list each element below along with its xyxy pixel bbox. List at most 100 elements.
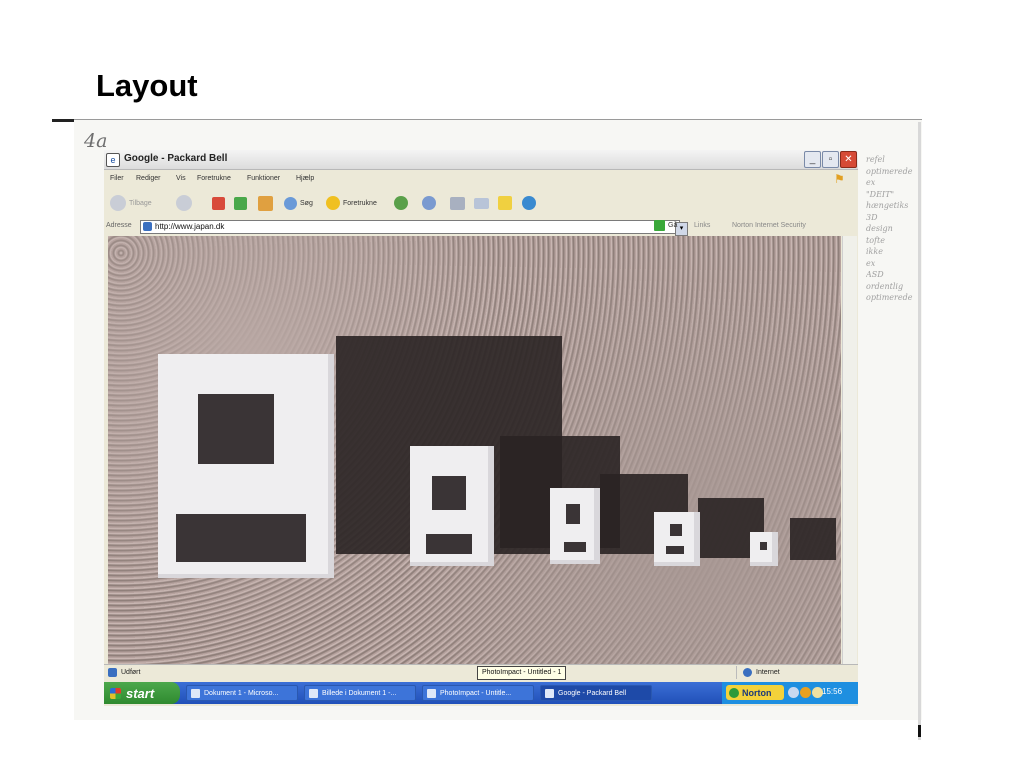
photoimpact-icon [427,688,436,698]
ie-icon: e [106,153,120,167]
margin-note: ex [866,258,876,268]
search-button[interactable]: Søg [284,193,313,213]
close-button[interactable]: ✕ [840,151,857,168]
stop-icon [212,196,225,210]
tray-shield-icon[interactable] [800,687,811,698]
address-label: Adresse [106,222,132,229]
margin-note: optimerede [866,293,913,302]
status-done: Udført [108,668,140,677]
small-cube [550,488,600,564]
forward-arrow-icon [176,195,192,211]
cube-opening [198,394,274,464]
margin-note: tofte [866,235,885,245]
globe-icon [743,668,752,677]
refresh-button[interactable] [234,193,250,213]
address-input[interactable]: http://www.japan.dk ▾ [140,220,688,236]
scan-edge-mark [918,725,921,737]
refresh-icon [234,196,247,210]
word-icon [191,688,200,698]
edit-button[interactable] [474,193,492,213]
go-button[interactable]: Gå [654,220,677,231]
margin-note: refel [866,155,885,164]
menu-hjaelp[interactable]: Hjælp [296,175,314,182]
stop-button[interactable] [212,193,228,213]
norton-button[interactable]: Norton [726,685,784,700]
cube-opening [760,542,767,550]
menu-vis[interactable]: Vis [176,175,186,182]
mail-icon [422,196,436,210]
go-arrow-icon [654,220,665,231]
maximize-button[interactable]: ▫ [822,151,839,168]
margin-note: optimerede [866,166,913,176]
cube-opening [426,534,472,554]
note-button[interactable] [498,193,515,213]
window-titlebar[interactable]: e Google - Packard Bell _ ▫ ✕ [104,150,858,170]
medium-cube [410,446,494,566]
margin-notes: refel optimerede ex "DEIT" hængetiks 3D … [866,154,922,304]
edit-icon [474,197,489,209]
margin-note: hængetiks [866,201,909,210]
title-rule-accent [52,119,74,122]
vertical-scrollbar[interactable] [842,236,857,664]
messenger-icon [522,196,536,210]
print-button[interactable] [450,193,468,213]
cube-opening [566,504,580,524]
ie-icon [545,688,554,698]
messenger-button[interactable] [522,193,539,213]
page-icon [143,222,152,231]
home-icon [258,195,273,211]
taskbar-item-photoimpact[interactable]: PhotoImpact - Untitle... [422,685,534,701]
browser-window: e Google - Packard Bell _ ▫ ✕ Filer Redi… [104,150,858,706]
address-bar: Adresse http://www.japan.dk ▾ Gå Links N… [104,219,858,236]
cube-opening [176,514,306,562]
taskbar-item-word[interactable]: Dokument 1 - Microso... [186,685,298,701]
menu-bar: Filer Rediger Vis Foretrukne Funktioner … [104,170,858,187]
menu-foretrukne[interactable]: Foretrukne [197,175,231,182]
search-icon [284,196,297,210]
system-tray: Norton 15:56 [722,682,858,704]
taskbar: start Dokument 1 - Microso... Billede i … [104,682,858,704]
cube-opening [666,546,684,554]
security-zone: Internet [736,666,858,679]
taskbar-item-image[interactable]: Billede i Dokument 1 -... [304,685,416,701]
taskbar-item-browser[interactable]: Google - Packard Bell [540,685,652,701]
address-url: http://www.japan.dk [155,222,225,231]
norton-toolbar-button[interactable]: Norton Internet Security [732,222,806,229]
cube-opening [670,524,682,536]
printer-icon [450,196,465,210]
home-button[interactable] [258,193,276,213]
history-icon [394,196,408,210]
mail-button[interactable] [422,193,439,213]
toolbar: Tilbage Søg Foretrukne [104,188,858,218]
handwritten-mark: 4a [84,130,108,152]
links-button[interactable]: Links [694,222,710,229]
star-icon [326,196,340,210]
margin-note: ASD [866,270,884,279]
page-content-photo [108,236,841,664]
forward-button[interactable] [176,193,195,213]
margin-note: ikke [866,247,883,256]
back-button[interactable]: Tilbage [110,193,152,213]
menu-rediger[interactable]: Rediger [136,175,161,182]
cube-shadow [790,518,836,560]
windows-flag-icon: ⚑ [834,172,845,186]
back-arrow-icon [110,195,126,211]
word-icon [309,688,318,698]
smallest-cube [750,532,778,566]
page-done-icon [108,668,117,677]
margin-note: ordentlig [866,281,904,291]
minimize-button[interactable]: _ [804,151,821,168]
clock: 15:56 [822,687,843,696]
margin-note: ex [866,178,876,187]
menu-filer[interactable]: Filer [110,175,124,182]
margin-note: "DEIT" [866,189,895,199]
smaller-cube [654,512,700,566]
start-button[interactable]: start [104,682,180,704]
history-button[interactable] [394,193,411,213]
menu-funktioner[interactable]: Funktioner [247,175,280,182]
large-cube [158,354,334,578]
window-title: Google - Packard Bell [124,153,228,164]
tray-network-icon[interactable] [788,687,799,698]
note-icon [498,196,512,210]
favorites-button[interactable]: Foretrukne [326,193,377,213]
